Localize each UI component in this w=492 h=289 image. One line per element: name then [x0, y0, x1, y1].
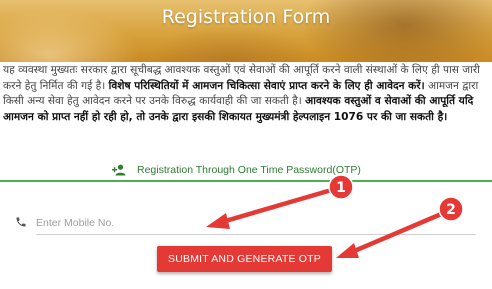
mobile-number-input[interactable]	[36, 212, 476, 235]
submit-generate-otp-button[interactable]: SUBMIT AND GENERATE OTP	[157, 246, 332, 272]
header-banner: Registration Form	[0, 0, 492, 62]
add-user-icon	[112, 164, 126, 176]
header-texture	[150, 25, 310, 62]
page-title: Registration Form	[161, 6, 331, 28]
notice-text: यह व्यवस्था मुख्यतः सरकार द्वारा सूचीबद्…	[3, 63, 491, 125]
notice-emphasis-1: विशेष परिस्थितियों में आमजन चिकित्सा सेव…	[108, 79, 425, 92]
phone-icon	[16, 217, 26, 227]
otp-section-label: Registration Through One Time Password(O…	[137, 164, 361, 176]
badge-number-1: 1	[336, 180, 346, 196]
section-divider	[0, 180, 492, 182]
otp-section-heading: Registration Through One Time Password(O…	[112, 161, 392, 179]
